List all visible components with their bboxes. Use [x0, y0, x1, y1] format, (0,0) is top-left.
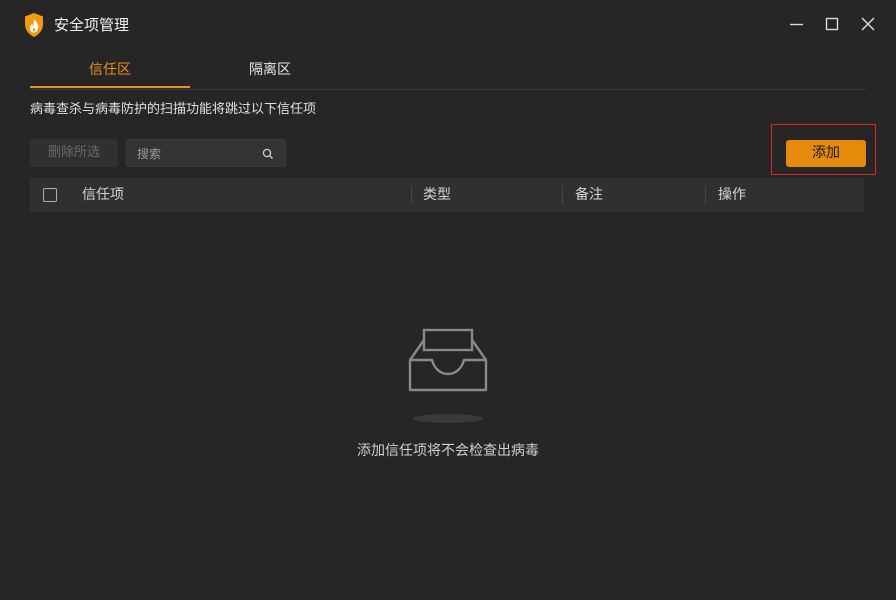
column-header-note: 备注: [575, 187, 603, 203]
tab-quarantine-zone[interactable]: 隔离区: [220, 56, 320, 88]
add-button[interactable]: 添加: [786, 140, 866, 167]
tab-trust-zone[interactable]: 信任区: [30, 56, 190, 88]
tab-bar: 信任区 隔离区: [30, 56, 866, 90]
window-title: 安全项管理: [54, 16, 130, 34]
search-input[interactable]: [135, 143, 259, 165]
maximize-button[interactable]: [822, 14, 842, 34]
column-divider: [705, 186, 706, 204]
description-text: 病毒查杀与病毒防护的扫描功能将跳过以下信任项: [30, 102, 317, 117]
empty-state-message: 添加信任项将不会检查出病毒: [357, 443, 539, 459]
close-icon: [861, 17, 875, 31]
select-all-checkbox[interactable]: [43, 188, 57, 202]
maximize-icon: [825, 17, 839, 31]
column-divider: [411, 186, 412, 204]
minimize-icon: [790, 23, 803, 26]
table-header: 信任项 类型 备注 操作: [30, 178, 864, 212]
empty-tray-icon: [406, 328, 490, 396]
close-button[interactable]: [858, 14, 878, 34]
delete-selected-button[interactable]: 删除所选: [30, 139, 118, 167]
search-box[interactable]: [126, 139, 286, 167]
column-header-action: 操作: [718, 187, 746, 203]
column-header-type: 类型: [423, 187, 451, 203]
search-icon[interactable]: [261, 146, 275, 160]
column-divider: [562, 186, 563, 204]
security-items-window: 安全项管理 信任区 隔离区 病毒查杀与病毒防护的扫描功能将跳过以下信任项 删除所…: [0, 0, 896, 600]
shield-flame-icon: [24, 13, 44, 37]
minimize-button[interactable]: [787, 14, 807, 34]
title-bar[interactable]: 安全项管理: [0, 0, 896, 50]
empty-icon-shadow: [413, 414, 483, 423]
column-header-trust-item: 信任项: [82, 187, 124, 203]
